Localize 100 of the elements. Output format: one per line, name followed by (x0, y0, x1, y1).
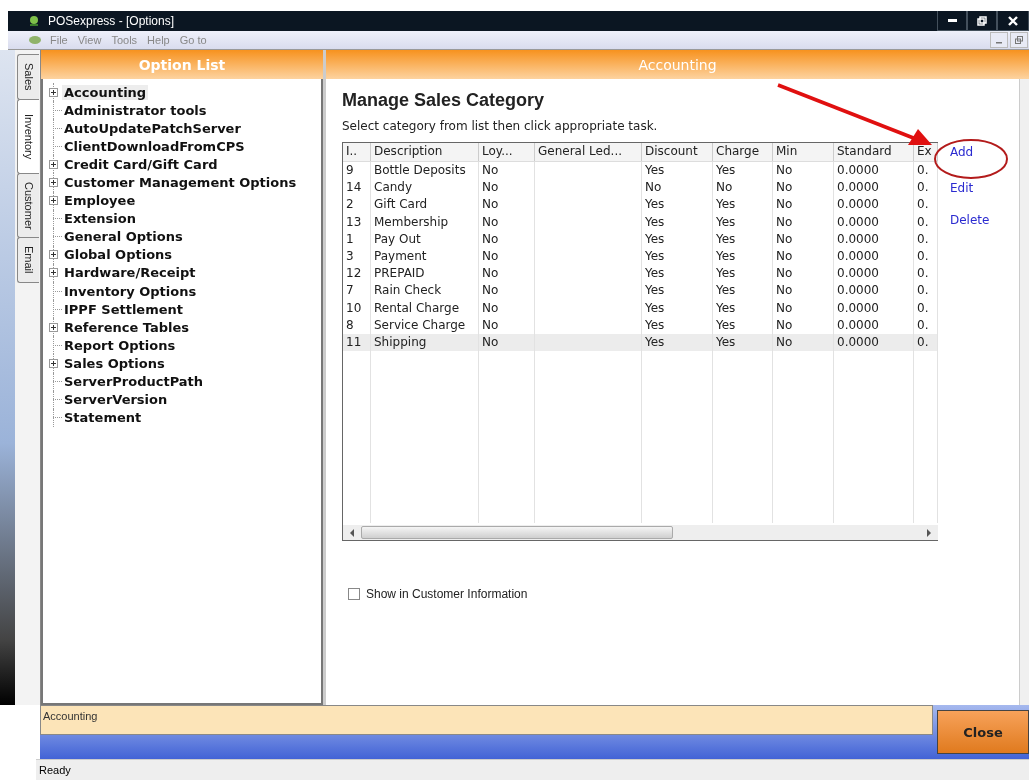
table-cell: 12 (346, 266, 362, 281)
table-cell: No (482, 231, 499, 246)
tree-item[interactable]: Administrator tools (62, 102, 209, 118)
column-header[interactable]: I.. (343, 143, 371, 161)
table-cell: No (776, 248, 793, 263)
left-arrow-icon[interactable] (349, 528, 355, 537)
table-row[interactable]: 1 Pay Out No Yes Yes No 0.0000 0. (343, 230, 938, 248)
tree-item[interactable]: Hardware/Receipt (62, 265, 198, 281)
expand-icon[interactable] (49, 87, 58, 97)
side-tab[interactable]: Email (17, 237, 39, 283)
table-cell: 8 (346, 317, 354, 332)
tree-item[interactable]: ServerVersion (62, 392, 170, 408)
expand-icon[interactable] (49, 178, 58, 187)
table-cell: 1 (346, 231, 354, 246)
tree-item[interactable]: Credit Card/Gift Card (62, 156, 220, 172)
table-cell: Yes (645, 300, 665, 315)
tree-item[interactable]: Accounting (62, 84, 149, 100)
expand-icon[interactable] (49, 358, 58, 368)
table-row[interactable]: 9 Bottle Deposits No Yes Yes No 0.0000 0. (343, 162, 938, 180)
tree-item[interactable]: Customer Management Options (62, 175, 299, 190)
expand-icon[interactable] (49, 196, 58, 206)
column-header[interactable]: Loy... (479, 143, 535, 161)
table-cell: No (482, 300, 499, 315)
table-cell: 0.0000 (837, 334, 879, 349)
status-text: Ready (39, 764, 71, 776)
column-header[interactable]: Charge (713, 143, 773, 161)
table-cell: Service Charge (374, 317, 466, 332)
expand-icon[interactable] (49, 159, 58, 169)
selection-field: Accounting (40, 705, 933, 735)
table-cell: 0. (917, 231, 929, 246)
table-cell: No (482, 197, 499, 212)
close-button[interactable] (997, 11, 1029, 31)
checkbox[interactable] (348, 588, 360, 600)
table-cell: 0.0000 (837, 317, 879, 332)
table-row[interactable]: 7 Rain Check No Yes Yes No 0.0000 0. (343, 282, 938, 300)
side-tab[interactable]: Customer (17, 172, 39, 239)
tree-item[interactable]: Statement (62, 410, 144, 426)
tree-item[interactable]: AutoUpdatePatchServer (62, 120, 243, 136)
table-cell: Yes (645, 248, 665, 263)
table-cell: Payment (374, 248, 427, 263)
instruction-text: Select category from list then click appropriate task. (342, 119, 659, 133)
right-arrow-icon[interactable] (926, 528, 932, 537)
scroll-thumb[interactable] (361, 526, 673, 539)
table-row[interactable]: 2 Gift Card No Yes Yes No 0.0000 0. (343, 196, 938, 214)
column-header[interactable]: Description (371, 143, 479, 161)
tree-item[interactable]: Extension (62, 211, 138, 227)
tree-item[interactable]: Report Options (62, 337, 178, 353)
column-header[interactable]: Min (773, 143, 834, 161)
table-cell: Yes (645, 317, 665, 332)
table-cell: No (716, 180, 733, 195)
column-header[interactable]: General Led... (535, 143, 642, 161)
table-cell: 0. (917, 317, 929, 332)
minimize-button[interactable] (937, 11, 967, 31)
tree-item[interactable]: ServerProductPath (62, 374, 206, 390)
table-cell: No (776, 266, 793, 281)
table-row[interactable]: 14 Candy No No No No 0.0000 0. (343, 179, 938, 197)
table-cell: 7 (346, 283, 354, 298)
table-row[interactable]: 13 Membership No Yes Yes No 0.0000 0. (343, 213, 938, 231)
table-row[interactable]: 11 Shipping No Yes Yes No 0.0000 0. (343, 333, 938, 352)
table-cell: 0.0000 (837, 163, 879, 177)
close-button[interactable]: Close (937, 710, 1029, 754)
table-cell: Bottle Deposits (374, 163, 466, 177)
table-row[interactable]: 8 Service Charge No Yes Yes No 0.0000 0. (343, 316, 938, 334)
vertical-scrollbar[interactable] (1019, 79, 1029, 705)
table-row[interactable]: 10 Rental Charge No Yes Yes No 0.0000 0. (343, 299, 938, 317)
horizontal-scrollbar[interactable] (343, 525, 938, 540)
restore-button[interactable] (967, 11, 997, 31)
tree-item[interactable]: Sales Options (62, 355, 167, 371)
table-cell: Yes (716, 283, 736, 298)
table-cell: Yes (645, 266, 665, 281)
table-cell: No (776, 334, 793, 349)
table-cell: PREPAID (374, 266, 425, 281)
table-cell: 0. (917, 180, 929, 195)
tree-item[interactable]: Reference Tables (62, 319, 192, 335)
tree-item[interactable]: General Options (62, 229, 185, 245)
table-row[interactable]: 3 Payment No Yes Yes No 0.0000 0. (343, 247, 938, 266)
side-tab[interactable]: Sales (17, 54, 39, 100)
table-cell: Yes (716, 300, 736, 315)
column-header[interactable]: Discount (642, 143, 713, 161)
tree-item[interactable]: Inventory Options (62, 283, 199, 299)
table-cell: Yes (716, 317, 736, 332)
side-tab[interactable]: Inventory (17, 98, 39, 174)
tree-item[interactable]: IPPF Settlement (62, 301, 185, 317)
expand-icon[interactable] (49, 250, 58, 260)
table-cell: No (776, 180, 793, 195)
tree-item[interactable]: Global Options (62, 247, 175, 263)
table-cell: Rain Check (374, 283, 442, 298)
tree-item[interactable]: ClientDownloadFromCPS (62, 138, 247, 154)
table-cell: No (482, 214, 499, 229)
table-row[interactable]: 12 PREPAID No Yes Yes No 0.0000 0. (343, 265, 938, 283)
restore-icon (1015, 36, 1023, 44)
expand-icon[interactable] (49, 268, 58, 278)
table-cell: 0.0000 (837, 180, 879, 195)
table-cell: Yes (716, 197, 736, 212)
action-link[interactable]: Delete (950, 213, 990, 227)
action-link[interactable]: Add (950, 145, 990, 159)
tree-item[interactable]: Employee (62, 193, 138, 209)
expand-icon[interactable] (49, 322, 58, 332)
action-link[interactable]: Edit (950, 181, 990, 195)
table-cell: 14 (346, 180, 362, 195)
